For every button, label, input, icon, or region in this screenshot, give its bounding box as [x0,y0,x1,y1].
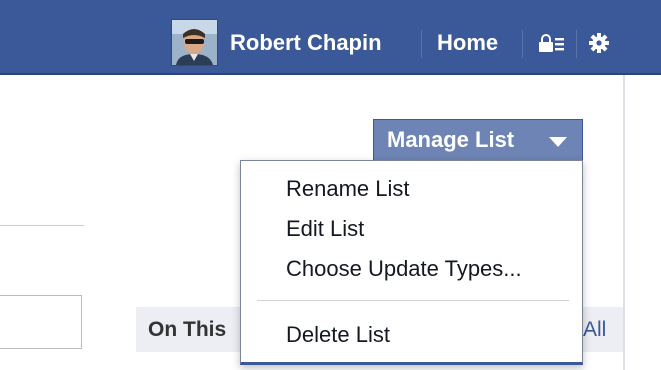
left-text-input[interactable] [0,295,82,349]
column-divider [623,75,625,370]
privacy-shortcuts-icon[interactable] [538,34,564,52]
menu-item-delete-list[interactable]: Delete List [286,322,390,348]
profile-name-link[interactable]: Robert Chapin [230,30,382,56]
avatar[interactable] [171,19,218,66]
nav-divider [421,30,422,58]
left-divider [0,225,84,226]
menu-item-edit-list[interactable]: Edit List [286,216,364,242]
manage-list-label: Manage List [387,127,515,152]
chevron-down-icon [549,137,567,147]
nav-divider [576,30,577,58]
section-see-all-link[interactable]: All [583,318,606,342]
home-link[interactable]: Home [437,30,498,56]
gear-icon[interactable] [588,32,610,54]
nav-divider [522,30,523,58]
avatar-image [172,20,217,65]
manage-list-dropdown-menu: Rename List Edit List Choose Update Type… [240,160,583,365]
section-title: On This [148,318,227,341]
top-navigation-bar: Robert Chapin Home [0,0,661,75]
menu-divider [257,300,569,301]
menu-item-choose-update-types[interactable]: Choose Update Types... [286,256,522,282]
menu-item-rename-list[interactable]: Rename List [286,176,410,202]
manage-list-button[interactable]: Manage List [373,119,583,161]
